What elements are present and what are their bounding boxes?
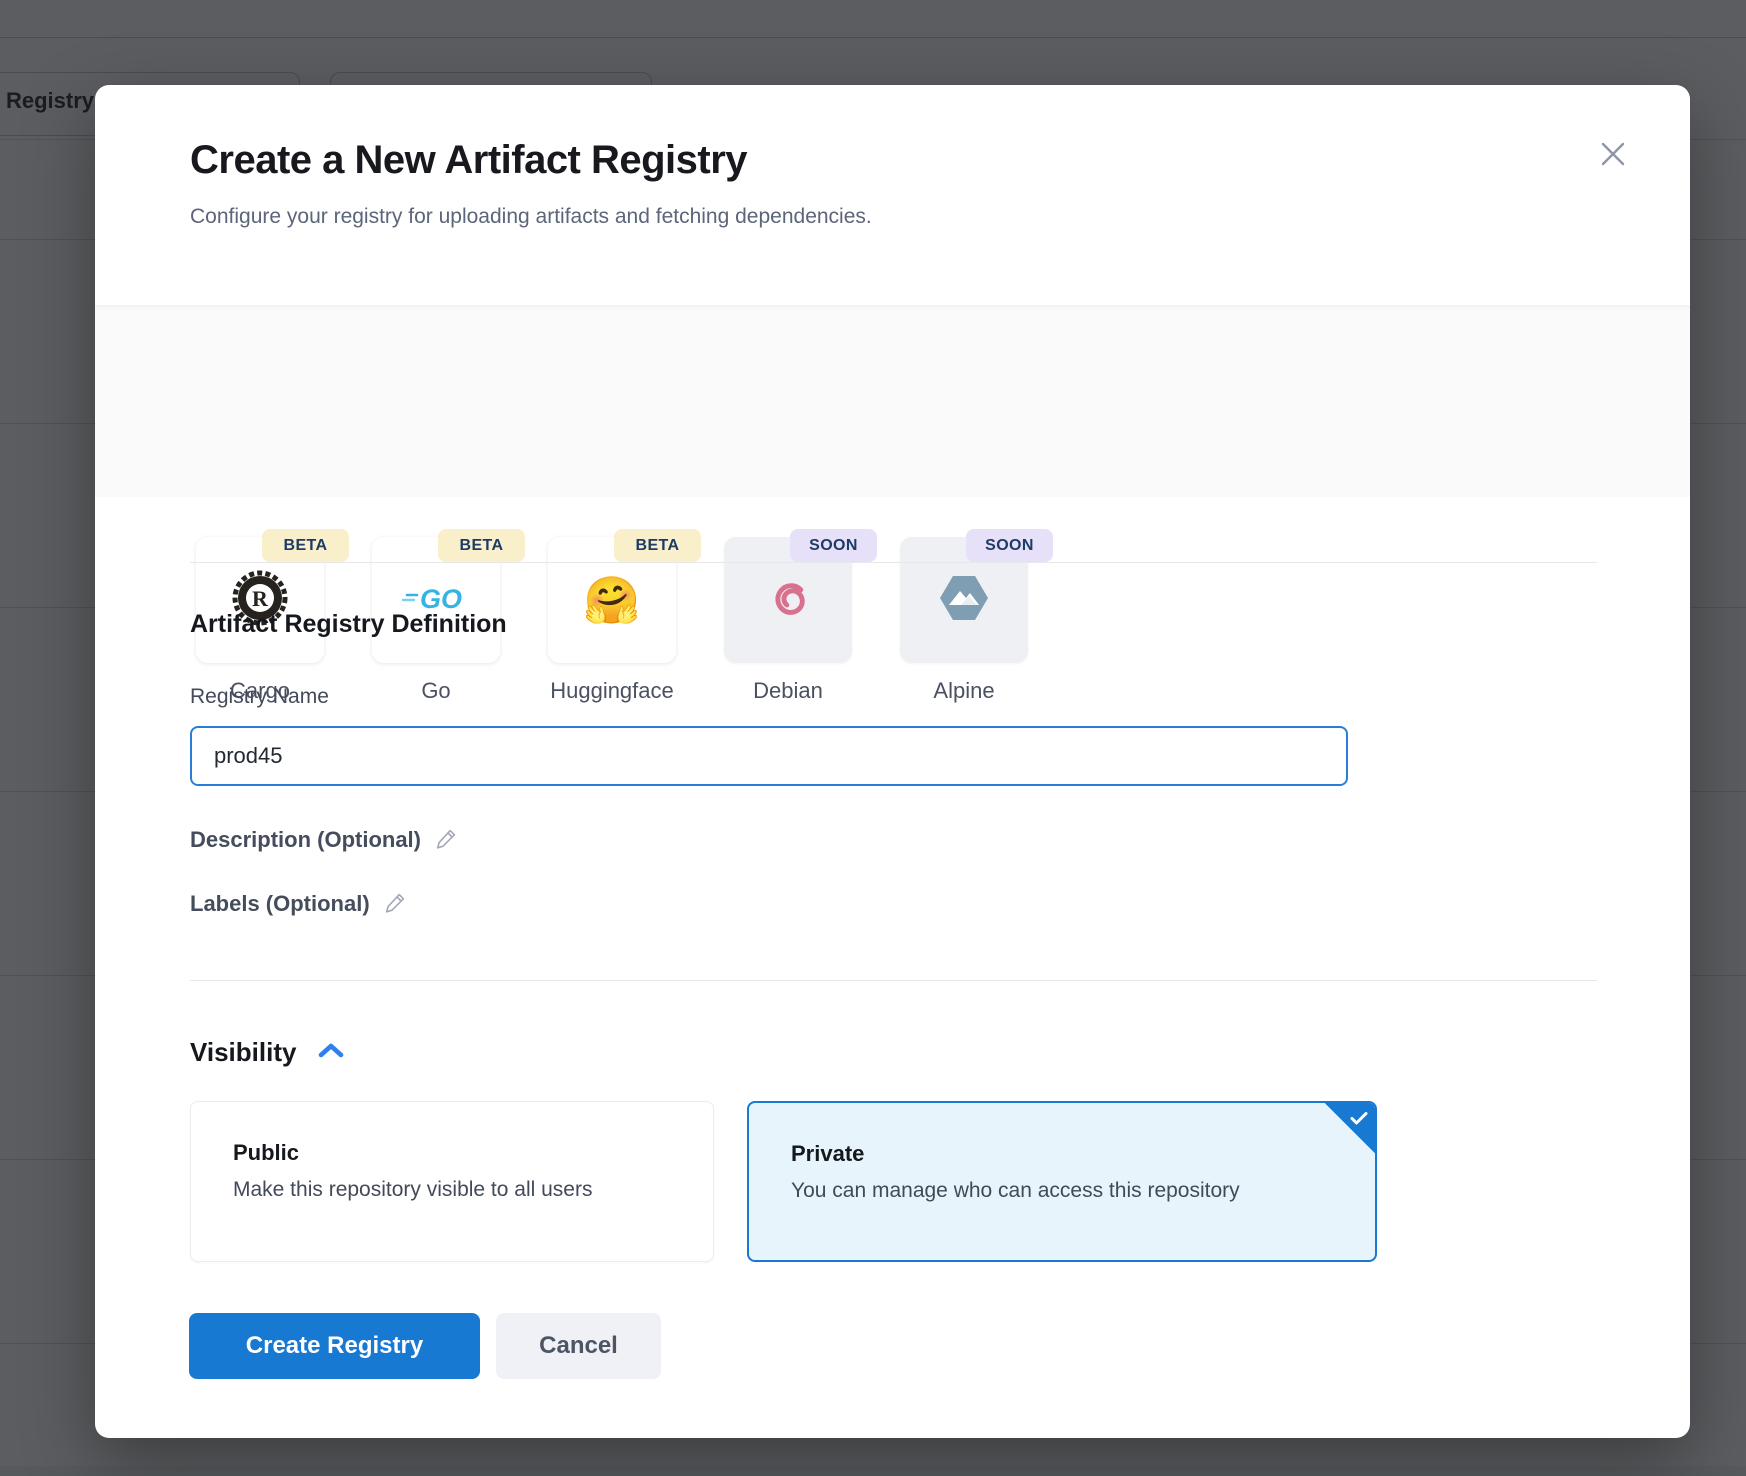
registry-name-input[interactable] xyxy=(190,726,1348,786)
checkmark-icon xyxy=(1350,1111,1368,1131)
hugging-face-emoji-icon: 🤗 xyxy=(583,577,640,623)
description-row: Description (Optional) xyxy=(190,825,457,855)
alpine-mountain-logo-icon xyxy=(936,570,992,631)
collapse-visibility-button[interactable] xyxy=(318,1042,344,1063)
registry-name-label: Registry Name xyxy=(190,685,329,709)
svg-text:GO: GO xyxy=(420,584,462,614)
modal-title: Create a New Artifact Registry xyxy=(190,138,747,183)
package-label: Go xyxy=(348,678,524,704)
soon-badge: SOON xyxy=(790,529,877,562)
private-title: Private xyxy=(791,1141,864,1167)
package-label: Debian xyxy=(700,678,876,704)
modal-subtitle: Configure your registry for uploading ar… xyxy=(190,205,872,229)
private-description: You can manage who can access this repos… xyxy=(791,1179,1240,1203)
public-description: Make this repository visible to all user… xyxy=(233,1178,592,1202)
svg-text:R: R xyxy=(252,586,269,611)
chevron-up-icon xyxy=(318,1042,344,1063)
labels-row: Labels (Optional) xyxy=(190,889,406,919)
section-divider xyxy=(190,980,1597,981)
public-title: Public xyxy=(233,1140,299,1166)
edit-labels-button[interactable] xyxy=(384,892,406,917)
visibility-option-public[interactable]: Public Make this repository visible to a… xyxy=(190,1101,714,1262)
section-divider xyxy=(190,562,1597,563)
package-option-huggingface: 🤗 BETA Huggingface xyxy=(548,537,676,697)
beta-badge: BETA xyxy=(614,529,701,562)
edit-description-button[interactable] xyxy=(435,828,457,853)
debian-swirl-logo-icon xyxy=(760,570,816,631)
labels-label: Labels (Optional) xyxy=(190,891,370,917)
package-label: Huggingface xyxy=(524,678,700,704)
visibility-heading: Visibility xyxy=(190,1037,296,1068)
create-registry-modal: Create a New Artifact Registry Configure… xyxy=(95,85,1690,1438)
description-label: Description (Optional) xyxy=(190,827,421,853)
beta-badge: BETA xyxy=(438,529,525,562)
definition-heading: Artifact Registry Definition xyxy=(190,610,507,639)
visibility-option-private[interactable]: Private You can manage who can access th… xyxy=(747,1101,1377,1262)
package-type-strip: R BETA Cargo GO xyxy=(95,305,1690,497)
close-icon xyxy=(1597,138,1629,173)
soon-badge: SOON xyxy=(966,529,1053,562)
beta-badge: BETA xyxy=(262,529,349,562)
modal-actions: Create Registry Cancel xyxy=(189,1313,661,1379)
screen: Registry Create a New Artifact Registry … xyxy=(0,0,1746,1476)
package-option-debian: SOON Debian xyxy=(724,537,852,697)
visibility-heading-row: Visibility xyxy=(190,1037,344,1068)
pencil-edit-icon xyxy=(435,828,457,853)
cancel-button[interactable]: Cancel xyxy=(496,1313,661,1379)
package-label: Alpine xyxy=(876,678,1052,704)
close-button[interactable] xyxy=(1591,133,1635,177)
create-registry-button[interactable]: Create Registry xyxy=(189,1313,480,1379)
pencil-edit-icon xyxy=(384,892,406,917)
package-option-alpine: SOON Alpine xyxy=(900,537,1028,697)
